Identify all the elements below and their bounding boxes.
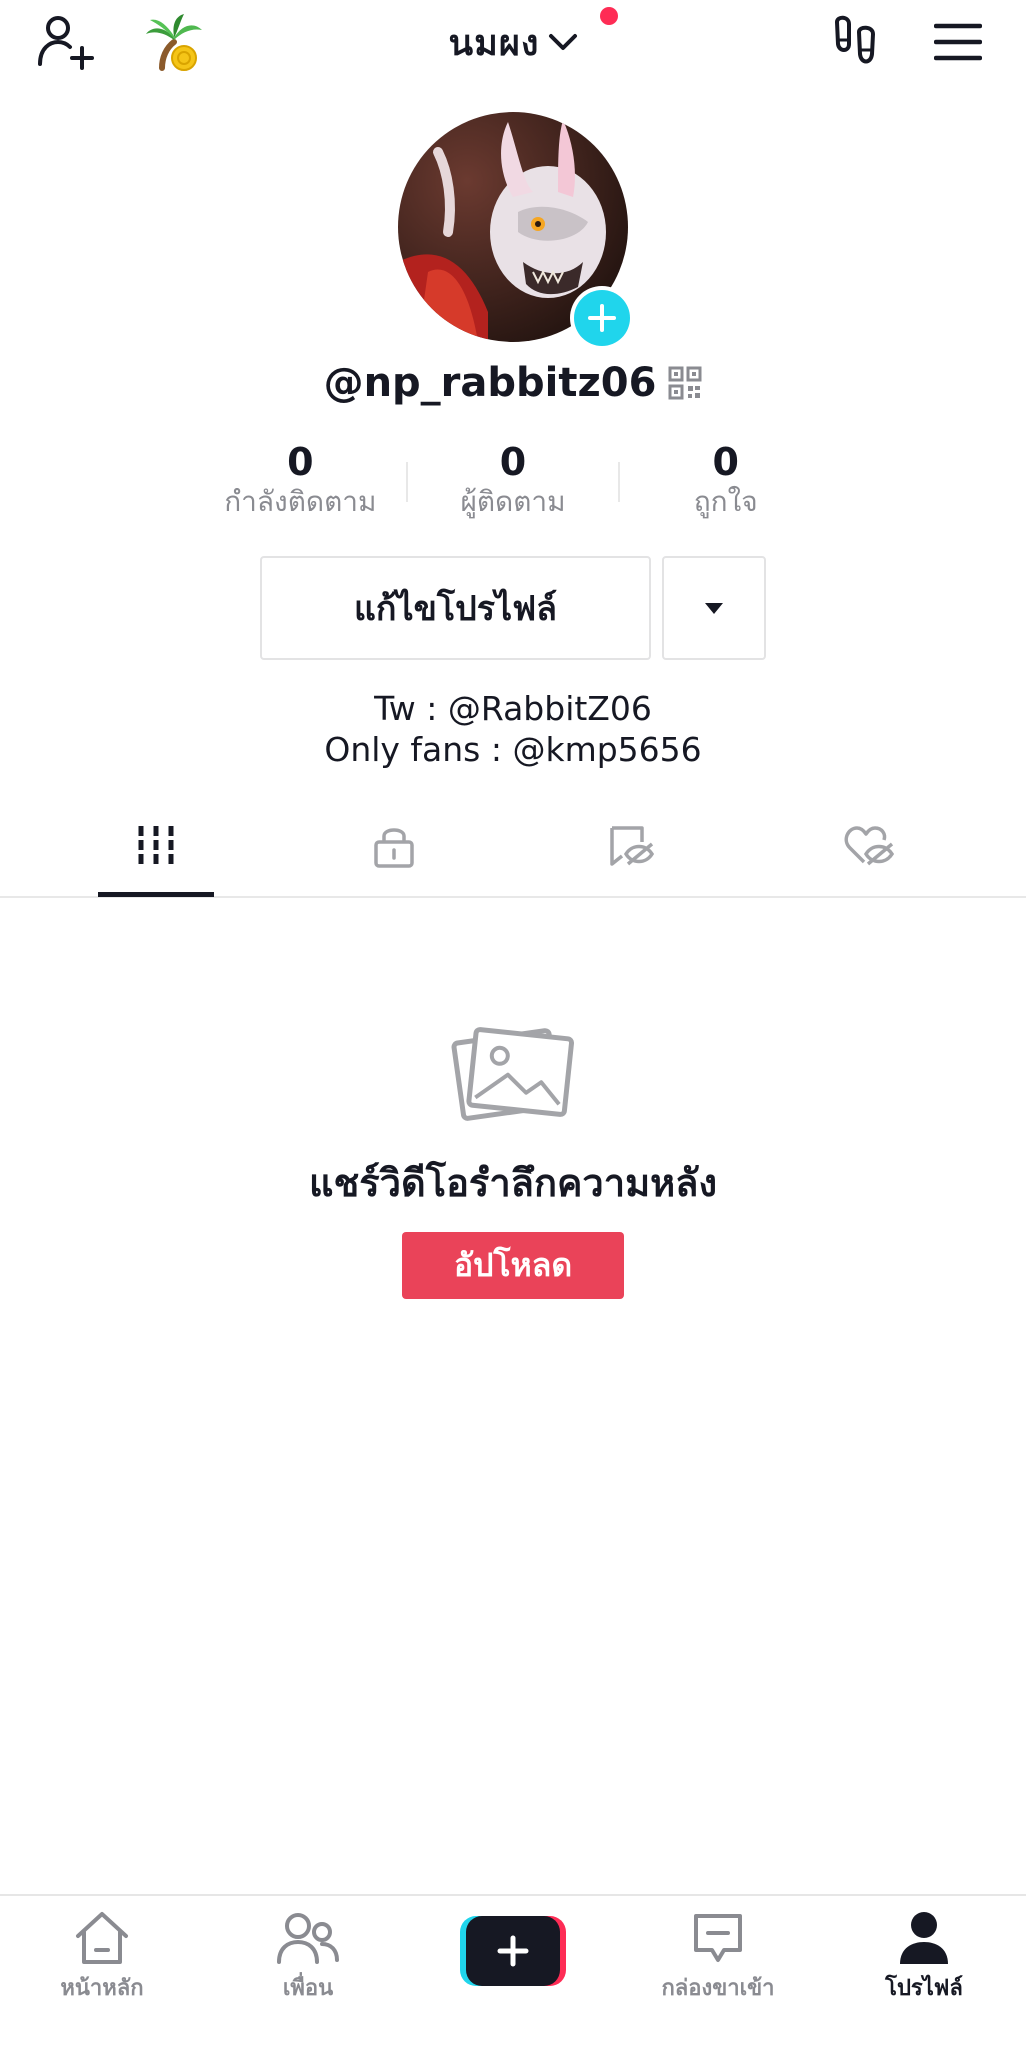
username: @np_rabbitz06 xyxy=(323,360,657,406)
tab-private[interactable] xyxy=(336,806,452,898)
plus-icon xyxy=(588,304,616,332)
upload-button[interactable]: อัปโหลด xyxy=(402,1232,624,1299)
stat-label: กำลังติดตาม xyxy=(224,485,377,518)
lock-icon xyxy=(374,828,414,868)
friends-icon xyxy=(277,1913,339,1964)
nav-label: โปรไฟล์ xyxy=(885,1976,963,2001)
account-name: นมผง xyxy=(448,23,540,64)
profile-views-button[interactable] xyxy=(822,8,890,76)
profile-icon xyxy=(900,1912,948,1964)
stat-value: 0 xyxy=(712,440,739,484)
nav-inbox[interactable]: กล่องขาเข้า xyxy=(638,1910,798,2005)
menu-button[interactable] xyxy=(924,8,992,76)
home-icon xyxy=(76,1912,128,1964)
empty-state-title: แชร์วิดีโอรำลึกความหลัง xyxy=(308,1161,718,1205)
inbox-icon xyxy=(694,1914,742,1962)
create-button[interactable] xyxy=(460,1916,566,1986)
bio-line: Tw : @RabbitZ06 xyxy=(374,689,652,728)
nav-label: หน้าหลัก xyxy=(60,1976,144,2001)
profile-stats: 0 กำลังติดตาม 0 ผู้ติดตาม 0 ถูกใจ xyxy=(195,440,831,520)
more-options-button[interactable] xyxy=(662,556,766,660)
stat-value: 0 xyxy=(499,440,527,484)
stat-likes[interactable]: 0 ถูกใจ xyxy=(620,440,831,520)
bookmark-hidden-icon xyxy=(610,826,655,866)
tab-liked[interactable] xyxy=(812,806,928,898)
nav-home[interactable]: หน้าหลัก xyxy=(22,1910,182,2005)
bio: Tw : @RabbitZ06 Only fans : @kmp5656 xyxy=(0,688,1026,770)
notification-dot xyxy=(600,7,618,25)
bottom-navigation: หน้าหลัก เพื่อน กล่องขาเข้า โปรไฟล์ xyxy=(0,1894,1026,2048)
footprints-icon xyxy=(835,15,875,64)
bio-line: Only fans : @kmp5656 xyxy=(324,730,702,769)
empty-state xyxy=(450,1022,575,1122)
heart-hidden-icon xyxy=(844,826,895,866)
grid-icon xyxy=(138,826,174,864)
caret-down-icon xyxy=(705,603,723,614)
chevron-down-icon xyxy=(548,33,577,50)
nav-label: เพื่อน xyxy=(282,1976,334,2001)
stat-label: ผู้ติดตาม xyxy=(460,485,566,518)
tab-active-indicator xyxy=(98,892,214,897)
create-plus-icon xyxy=(460,1916,566,1986)
content-tabs xyxy=(0,806,1026,898)
menu-icon xyxy=(934,23,982,61)
tab-saved[interactable] xyxy=(574,806,690,898)
qr-code-icon[interactable] xyxy=(668,366,702,400)
avatar-container[interactable] xyxy=(398,112,634,350)
stat-label: ถูกใจ xyxy=(693,485,758,518)
stat-following[interactable]: 0 กำลังติดตาม xyxy=(195,440,406,520)
tab-videos[interactable] xyxy=(98,806,214,898)
nav-profile[interactable]: โปรไฟล์ xyxy=(844,1910,1004,2005)
photos-icon xyxy=(451,1027,575,1121)
add-avatar-button[interactable] xyxy=(570,286,634,350)
nav-label: กล่องขาเข้า xyxy=(661,1976,775,2001)
stat-followers[interactable]: 0 ผู้ติดตาม xyxy=(408,440,619,520)
stat-value: 0 xyxy=(287,440,314,484)
edit-profile-button[interactable]: แก้ไขโปรไฟล์ xyxy=(260,556,651,660)
nav-friends[interactable]: เพื่อน xyxy=(228,1910,388,2005)
username-row: @np_rabbitz06 xyxy=(0,360,1026,406)
top-bar: นมผง xyxy=(0,0,1026,84)
